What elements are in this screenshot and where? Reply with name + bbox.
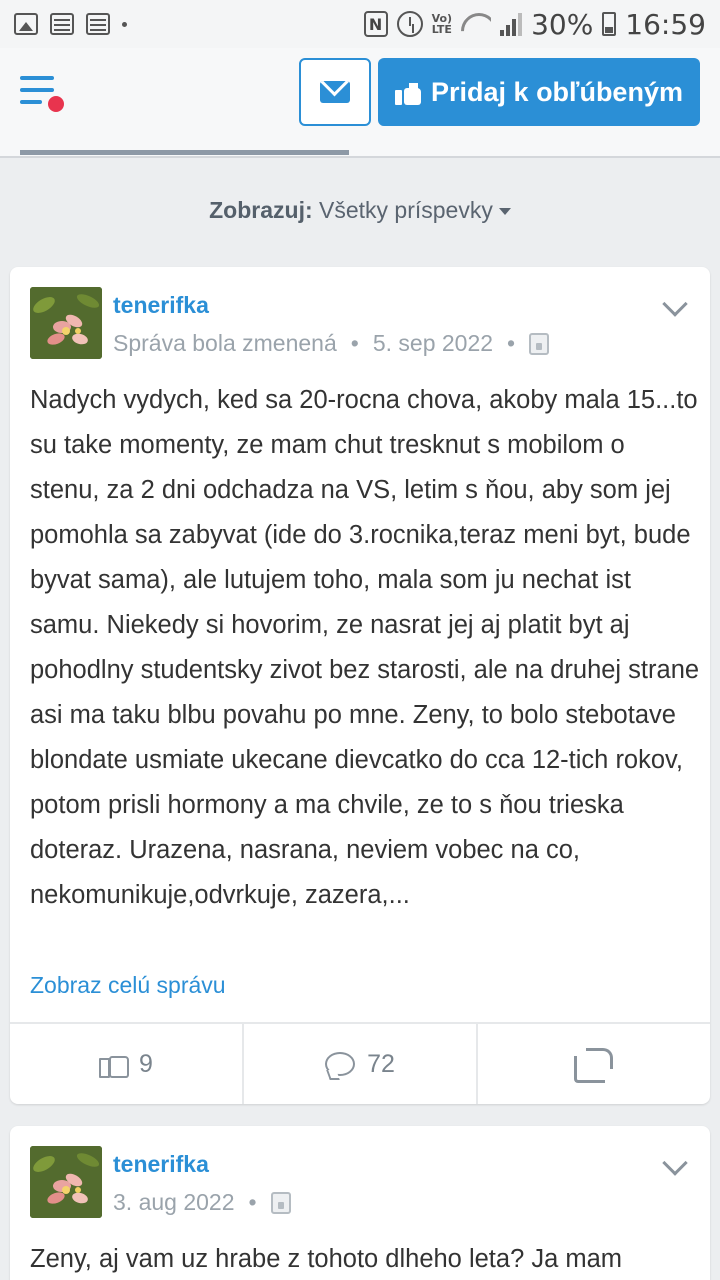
alarm-icon <box>396 11 423 37</box>
lock-icon <box>529 332 550 355</box>
separator-dot: • <box>248 1189 257 1215</box>
picture-icon <box>14 13 38 35</box>
status-bar-right: N Vo) LTE 30% 16:59 <box>363 7 706 41</box>
add-to-favorites-label: Pridaj k obľúbeným <box>431 76 683 107</box>
comment-button[interactable]: 72 <box>244 1024 478 1104</box>
comment-icon <box>325 1052 356 1076</box>
envelope-icon <box>320 81 350 103</box>
post-card: tenerifka Správa bola zmenená • 5. sep 2… <box>10 267 710 1104</box>
share-button[interactable] <box>478 1024 710 1104</box>
chevron-down-icon[interactable] <box>662 291 688 317</box>
post-meta: Správa bola zmenená • 5. sep 2022 • <box>113 330 550 357</box>
thumbs-up-icon <box>99 1050 130 1078</box>
app-header: Pridaj k obľúbeným <box>0 48 720 158</box>
show-full-post-link[interactable]: Zobraz celú správu <box>30 972 226 999</box>
post-actions: 9 72 <box>10 1022 710 1104</box>
author-name[interactable]: tenerifka <box>113 1151 209 1178</box>
signal-icon <box>500 12 523 36</box>
hamburger-menu-icon[interactable] <box>20 76 66 116</box>
thumbs-up-icon <box>395 79 422 105</box>
author-name[interactable]: tenerifka <box>113 292 209 319</box>
battery-icon <box>602 12 617 36</box>
post-meta: 3. aug 2022 • <box>113 1189 291 1216</box>
separator-dot: • <box>507 330 516 356</box>
filter-label: Zobrazuj: <box>209 197 313 223</box>
reading-progress-bar <box>20 150 349 155</box>
volte-icon: Vo) LTE <box>431 12 453 36</box>
post-body: Nadych vydych, ked sa 20-rocna chova, ak… <box>30 386 700 909</box>
avatar[interactable] <box>30 287 102 359</box>
post-date: 5. sep 2022 <box>372 330 494 356</box>
lock-icon <box>270 1191 291 1214</box>
edited-note: Správa bola zmenená <box>113 330 337 356</box>
status-bar: N Vo) LTE 30% 16:59 <box>0 0 720 48</box>
calendar-icon <box>50 13 74 35</box>
post-body: Zeny, aj vam uz hrabe z tohoto dlheho le… <box>30 1245 623 1273</box>
wifi-icon <box>461 13 491 35</box>
post-card: tenerifka 3. aug 2022 • Zeny, aj vam uz … <box>10 1126 710 1280</box>
filter-value: Všetky príspevky <box>319 197 493 223</box>
nfc-icon: N <box>363 11 388 37</box>
share-icon <box>574 1046 614 1083</box>
like-button[interactable]: 9 <box>10 1024 244 1104</box>
avatar[interactable] <box>30 1146 102 1218</box>
add-to-favorites-button[interactable]: Pridaj k obľúbeným <box>378 58 700 126</box>
battery-percent: 30% <box>531 7 594 41</box>
comment-count: 72 <box>367 1049 395 1078</box>
caret-down-icon <box>498 208 511 216</box>
dot-icon <box>122 21 127 27</box>
message-button[interactable] <box>299 58 371 126</box>
like-count: 9 <box>139 1049 153 1078</box>
post-date: 3. aug 2022 <box>113 1189 235 1215</box>
chevron-down-icon[interactable] <box>662 1150 688 1176</box>
status-bar-left <box>14 13 127 35</box>
clock: 16:59 <box>625 7 706 41</box>
separator-dot: • <box>350 330 359 356</box>
post-filter[interactable]: Zobrazuj: Všetky príspevky <box>0 197 720 224</box>
notification-dot <box>48 96 64 112</box>
calendar-icon <box>86 13 110 35</box>
